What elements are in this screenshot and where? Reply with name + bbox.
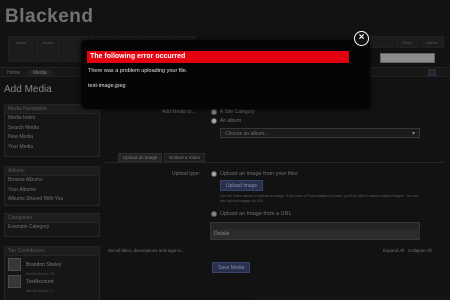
error-filename: test-image.jpeg [88,83,126,89]
error-dialog: The following error occurred There was a… [81,40,370,109]
error-message: There was a problem uploading your file. [88,68,188,74]
error-title: The following error occurred [87,51,349,63]
close-icon[interactable]: × [354,31,369,46]
